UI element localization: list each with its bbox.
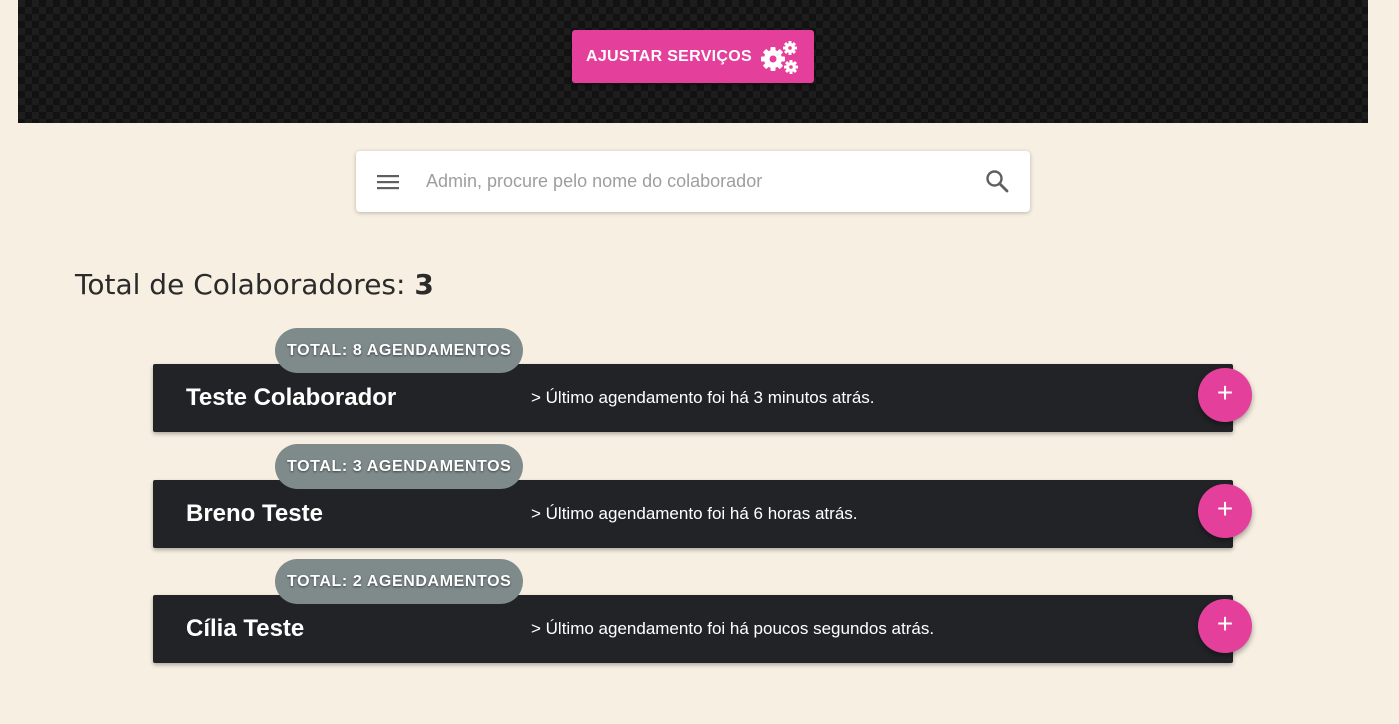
add-appointment-button[interactable]: + [1198,484,1252,538]
menu-icon[interactable] [376,170,400,194]
total-collaborators-label: Total de Colaboradores: [75,268,406,301]
search-bar [356,151,1030,212]
last-appointment-text: > Último agendamento foi há 6 horas atrá… [531,504,858,523]
header-banner: AJUSTAR SERVIÇOS [18,0,1368,123]
appointments-total-badge: TOTAL: 2 AGENDAMENTOS [275,559,524,604]
collaborator-name: Breno Teste [186,500,323,527]
collaborator-card[interactable]: Teste Colaborador > Último agendamento f… [153,364,1233,432]
collaborator-item: TOTAL: 8 AGENDAMENTOS Teste Colaborador … [153,328,1253,438]
last-appointment-text: > Último agendamento foi há 3 minutos at… [531,388,875,407]
appointments-total-badge: TOTAL: 8 AGENDAMENTOS [275,328,524,373]
collaborator-item: TOTAL: 3 AGENDAMENTOS Breno Teste > Últi… [153,444,1253,554]
last-appointment-text: > Último agendamento foi há poucos segun… [531,619,935,638]
gears-icon [761,40,799,74]
search-input[interactable] [426,165,966,197]
collaborator-name: Cília Teste [186,615,305,642]
collaborator-item: TOTAL: 2 AGENDAMENTOS Cília Teste > Últi… [153,559,1253,669]
collaborator-card[interactable]: Cília Teste > Último agendamento foi há … [153,595,1233,663]
total-collaborators-count: 3 [414,268,434,301]
collaborator-name: Teste Colaborador [186,384,397,411]
adjust-services-button[interactable]: AJUSTAR SERVIÇOS [572,30,814,83]
adjust-services-label: AJUSTAR SERVIÇOS [585,47,753,65]
search-icon[interactable] [984,168,1010,194]
add-appointment-button[interactable]: + [1198,599,1252,653]
add-appointment-button[interactable]: + [1198,368,1252,422]
appointments-total-badge: TOTAL: 3 AGENDAMENTOS [275,444,524,489]
total-collaborators: Total de Colaboradores: 3 [75,268,434,301]
collaborator-card[interactable]: Breno Teste > Último agendamento foi há … [153,480,1233,548]
